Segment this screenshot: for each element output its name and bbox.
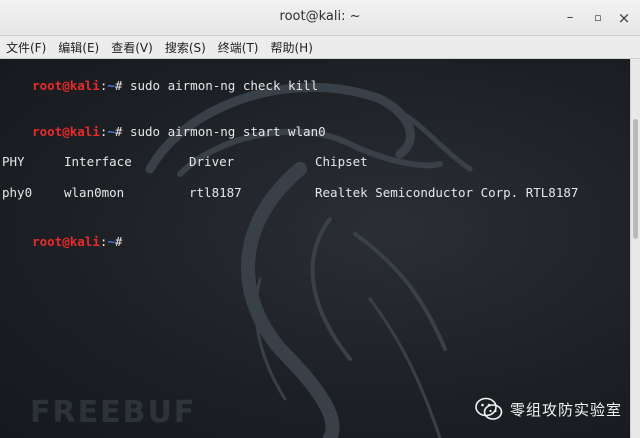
command-text: sudo airmon-ng start wlan0	[129, 124, 326, 139]
menu-view[interactable]: 查看(V)	[111, 39, 153, 56]
brand-text: 零组攻防实验室	[510, 400, 623, 419]
header-phy: PHY	[2, 154, 25, 169]
vertical-scrollbar[interactable]	[630, 59, 640, 438]
scrollbar-thumb[interactable]	[633, 119, 638, 239]
menu-help[interactable]: 帮助(H)	[271, 39, 313, 56]
header-driver: Driver	[189, 154, 235, 169]
prompt-path: ~	[107, 78, 115, 93]
menu-file[interactable]: 文件(F)	[6, 39, 46, 56]
command-text: sudo airmon-ng check kill	[129, 78, 319, 93]
prompt-symbol: #	[114, 78, 123, 93]
title-bar: root@kali: ~ – ▫ ×	[0, 0, 640, 36]
close-button[interactable]: ×	[614, 8, 634, 28]
window-title: root@kali: ~	[279, 9, 361, 24]
terminal-line-2: root@kali:~# sudo airmon-ng start wlan0	[2, 108, 326, 156]
menu-terminal[interactable]: 终端(T)	[218, 39, 259, 56]
terminal-line-3: root@kali:~#	[2, 218, 122, 266]
menu-edit[interactable]: 编辑(E)	[58, 39, 99, 56]
header-interface: Interface	[64, 154, 132, 169]
cell-driver: rtl8187	[189, 185, 242, 200]
cell-chipset: Realtek Semiconductor Corp. RTL8187	[315, 185, 579, 200]
maximize-button[interactable]: ▫	[588, 8, 608, 28]
prompt-symbol: #	[114, 234, 123, 249]
prompt-user: root@kali	[32, 234, 100, 249]
menu-search[interactable]: 搜索(S)	[165, 39, 206, 56]
terminal-line-1: root@kali:~# sudo airmon-ng check kill	[2, 62, 318, 110]
cell-interface: wlan0mon	[64, 185, 125, 200]
minimize-button[interactable]: –	[560, 8, 580, 28]
prompt-symbol: #	[114, 124, 123, 139]
header-chipset: Chipset	[315, 154, 368, 169]
prompt-path: ~	[107, 234, 115, 249]
menu-bar: 文件(F) 编辑(E) 查看(V) 搜索(S) 终端(T) 帮助(H)	[0, 36, 640, 59]
brand-watermark: 零组攻防实验室	[474, 396, 622, 422]
wechat-icon	[475, 397, 503, 420]
freebuf-watermark: FREEBUF	[30, 395, 197, 430]
terminal-area[interactable]: root@kali:~# sudo airmon-ng check kill r…	[0, 59, 630, 438]
cell-phy: phy0	[2, 185, 33, 200]
prompt-user: root@kali	[32, 124, 100, 139]
prompt-path: ~	[107, 124, 115, 139]
prompt-user: root@kali	[32, 78, 100, 93]
